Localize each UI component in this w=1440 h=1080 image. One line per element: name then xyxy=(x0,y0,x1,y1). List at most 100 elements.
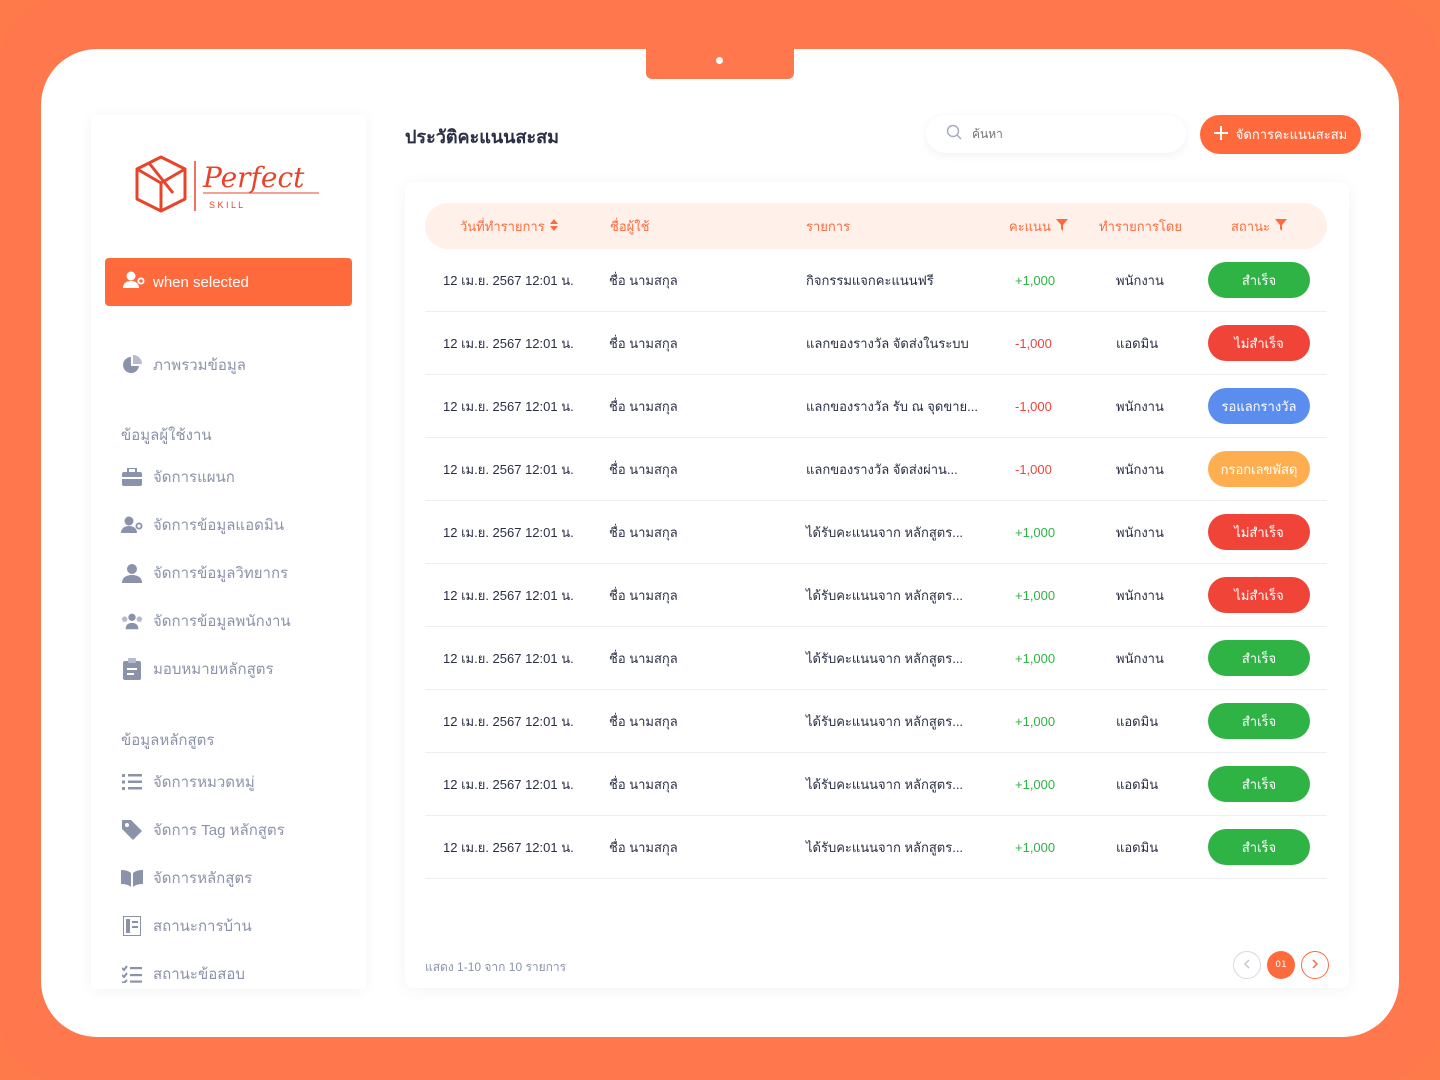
sidebar-item-course-tags[interactable]: จัดการ Tag หลักสูตร xyxy=(121,816,285,844)
chevron-left-icon xyxy=(1243,958,1251,972)
cell-by: พนักงาน xyxy=(1116,524,1164,540)
cell-date: 12 เม.ย. 2567 12:01 น. xyxy=(443,587,574,603)
page-number-button[interactable]: 01 xyxy=(1267,951,1295,979)
table-row[interactable]: 12 เม.ย. 2567 12:01 น. ชื่อ นามสกุล แลกของ… xyxy=(425,312,1327,375)
filter-icon[interactable] xyxy=(1274,218,1287,234)
cell-item: ได้รับคะแนนจาก หลักสูตร... xyxy=(806,839,964,855)
sidebar-item-exam-status[interactable]: สถานะข้อสอบ xyxy=(121,960,245,988)
table-row[interactable]: 12 เม.ย. 2567 12:01 น. ชื่อ นามสกุล แลกของ… xyxy=(425,438,1327,501)
cell-user: ชื่อ นามสกุล xyxy=(609,335,678,351)
cell-points: +1,000 xyxy=(1015,587,1056,603)
section-label-courses: ข้อมูลหลักสูตร xyxy=(121,732,215,749)
cell-user: ชื่อ นามสกุล xyxy=(609,776,678,792)
cell-date: 12 เม.ย. 2567 12:01 น. xyxy=(443,839,574,855)
column-date-label: วันที่ทำรายการ xyxy=(460,218,545,234)
table-row[interactable]: 12 เม.ย. 2567 12:01 น. ชื่อ นามสกุล กิจกรร… xyxy=(425,249,1327,312)
column-date[interactable]: วันที่ทำรายการ xyxy=(460,203,558,249)
cell-item: แลกของรางวัล จัดส่งผ่าน... xyxy=(806,461,958,477)
cell-user: ชื่อ นามสกุล xyxy=(609,713,678,729)
status-badge[interactable]: สำเร็จ xyxy=(1208,829,1310,865)
sidebar-item-homework-status[interactable]: สถานะการบ้าน xyxy=(121,912,252,940)
column-points[interactable]: คะแนน xyxy=(1009,203,1068,249)
cell-user: ชื่อ นามสกุล xyxy=(609,398,678,414)
cell-item: แลกของรางวัล จัดส่งในระบบ xyxy=(806,335,969,351)
table-row[interactable]: 12 เม.ย. 2567 12:01 น. ชื่อ นามสกุล ได้รับ… xyxy=(425,816,1327,879)
cell-item: ได้รับคะแนนจาก หลักสูตร... xyxy=(806,776,964,792)
cell-user: ชื่อ นามสกุล xyxy=(609,272,678,288)
users-icon xyxy=(121,610,143,632)
status-badge[interactable]: สำเร็จ xyxy=(1208,262,1310,298)
sidebar-item-admins[interactable]: จัดการข้อมูลแอดมิน xyxy=(121,511,284,539)
cell-item: ได้รับคะแนนจาก หลักสูตร... xyxy=(806,587,964,603)
cell-date: 12 เม.ย. 2567 12:01 น. xyxy=(443,461,574,477)
column-status-label: สถานะ xyxy=(1231,218,1270,234)
pagination-summary: แสดง 1-10 จาก 10 รายการ xyxy=(425,960,567,974)
filter-icon[interactable] xyxy=(1055,218,1068,234)
search-input[interactable] xyxy=(972,127,1162,141)
status-badge[interactable]: ไม่สำเร็จ xyxy=(1208,514,1310,550)
sort-icon[interactable] xyxy=(549,218,558,234)
cell-by: พนักงาน xyxy=(1116,272,1164,288)
cell-points: -1,000 xyxy=(1015,398,1052,414)
table-row[interactable]: 12 เม.ย. 2567 12:01 น. ชื่อ นามสกุล ได้รับ… xyxy=(425,627,1327,690)
search-icon xyxy=(946,124,962,144)
cell-item: ได้รับคะแนนจาก หลักสูตร... xyxy=(806,713,964,729)
sidebar-item-courses[interactable]: จัดการหลักสูตร xyxy=(121,864,252,892)
cell-by: แอดมิน xyxy=(1116,839,1159,855)
status-badge[interactable]: สำเร็จ xyxy=(1208,703,1310,739)
cell-item: ได้รับคะแนนจาก หลักสูตร... xyxy=(806,650,964,666)
plus-icon xyxy=(1213,126,1228,143)
checklist-icon xyxy=(121,963,143,985)
status-badge[interactable]: กรอกเลขพัสดุ xyxy=(1208,451,1310,487)
camera-dot xyxy=(716,57,723,64)
sidebar-item-label: จัดการหลักสูตร xyxy=(153,870,253,887)
app-screen: Perfect S K I L L when selected ภาพรวมข้… xyxy=(41,49,1399,1037)
sidebar-item-label: จัดการข้อมูลแอดมิน xyxy=(153,517,284,534)
cell-date: 12 เม.ย. 2567 12:01 น. xyxy=(443,335,574,351)
sidebar-item-employees[interactable]: จัดการข้อมูลพนักงาน xyxy=(121,607,291,635)
cell-points: +1,000 xyxy=(1015,272,1056,288)
sidebar-item-departments[interactable]: จัดการแผนก xyxy=(121,463,235,491)
sidebar-item-label: จัดการข้อมูลวิทยากร xyxy=(153,565,289,582)
cell-date: 12 เม.ย. 2567 12:01 น. xyxy=(443,524,574,540)
user-icon xyxy=(121,562,143,584)
next-page-button[interactable] xyxy=(1301,951,1329,979)
prev-page-button[interactable] xyxy=(1233,951,1261,979)
status-badge[interactable]: ไม่สำเร็จ xyxy=(1208,577,1310,613)
status-badge[interactable]: ไม่สำเร็จ xyxy=(1208,325,1310,361)
table-row[interactable]: 12 เม.ย. 2567 12:01 น. ชื่อ นามสกุล ได้รับ… xyxy=(425,753,1327,816)
sidebar-item-assign-courses[interactable]: มอบหมายหลักสูตร xyxy=(121,655,274,683)
device-notch xyxy=(646,49,794,79)
cell-points: -1,000 xyxy=(1015,335,1052,351)
book-icon xyxy=(121,867,143,889)
status-badge[interactable]: สำเร็จ xyxy=(1208,640,1310,676)
cell-points: +1,000 xyxy=(1015,650,1056,666)
sidebar-item-active[interactable]: when selected xyxy=(105,258,352,306)
chevron-right-icon xyxy=(1311,958,1319,972)
sidebar-item-label: when selected xyxy=(153,273,249,291)
cell-date: 12 เม.ย. 2567 12:01 น. xyxy=(443,713,574,729)
brand-logo[interactable]: Perfect S K I L L xyxy=(135,153,325,219)
logo-mark-icon: Perfect S K I L L xyxy=(135,155,319,213)
search-box[interactable] xyxy=(926,115,1186,153)
sidebar: Perfect S K I L L when selected ภาพรวมข้… xyxy=(91,115,366,989)
cell-user: ชื่อ นามสกุล xyxy=(609,650,678,666)
manage-points-button[interactable]: จัดการคะแนนสะสม xyxy=(1200,115,1361,154)
cell-date: 12 เม.ย. 2567 12:01 น. xyxy=(443,776,574,792)
table-row[interactable]: 12 เม.ย. 2567 12:01 น. ชื่อ นามสกุล ได้รับ… xyxy=(425,501,1327,564)
cell-user: ชื่อ นามสกุล xyxy=(609,839,678,855)
sidebar-item-categories[interactable]: จัดการหมวดหมู่ xyxy=(121,768,255,796)
column-status[interactable]: สถานะ xyxy=(1231,203,1287,249)
cell-date: 12 เม.ย. 2567 12:01 น. xyxy=(443,398,574,414)
table-row[interactable]: 12 เม.ย. 2567 12:01 น. ชื่อ นามสกุล แลกของ… xyxy=(425,375,1327,438)
status-badge[interactable]: รอแลกรางวัล xyxy=(1208,388,1310,424)
tag-icon xyxy=(121,819,143,841)
cell-item: กิจกรรมแจกคะแนนฟรี xyxy=(806,272,934,288)
table-row[interactable]: 12 เม.ย. 2567 12:01 น. ชื่อ นามสกุล ได้รับ… xyxy=(425,690,1327,753)
status-badge[interactable]: สำเร็จ xyxy=(1208,766,1310,802)
table-row[interactable]: 12 เม.ย. 2567 12:01 น. ชื่อ นามสกุล ได้รับ… xyxy=(425,564,1327,627)
sidebar-item-instructors[interactable]: จัดการข้อมูลวิทยากร xyxy=(121,559,288,587)
sidebar-item-overview[interactable]: ภาพรวมข้อมูล xyxy=(121,351,246,379)
notebook-icon xyxy=(121,915,143,937)
cell-by: พนักงาน xyxy=(1116,587,1164,603)
